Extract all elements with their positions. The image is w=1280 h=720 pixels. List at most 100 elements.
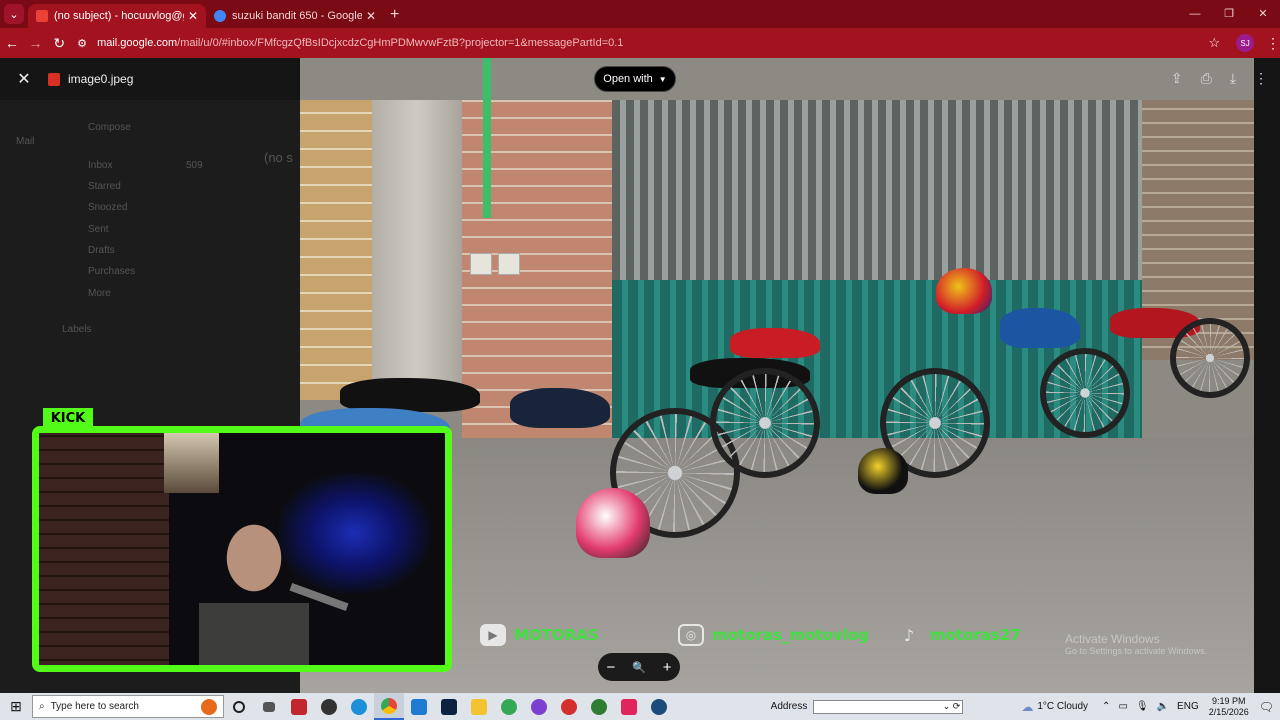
vscode-icon[interactable] (404, 693, 434, 720)
activate-windows-watermark: Activate Windows Go to Settings to activ… (1065, 632, 1207, 656)
forward-icon[interactable]: → (24, 35, 48, 51)
app-icon[interactable] (554, 693, 584, 720)
window-controls: — ❐ ✕ (1178, 0, 1280, 28)
tab-label: suzuki bandit 650 - Google Sea (232, 10, 362, 22)
black-helmet (858, 448, 908, 494)
labels-heading: Labels (62, 324, 92, 335)
wall-socket (470, 253, 492, 275)
reload-icon[interactable]: ↻ (47, 35, 71, 52)
discord-icon[interactable] (524, 693, 554, 720)
drafts-link: Drafts (88, 245, 115, 256)
tab-google-search[interactable]: suzuki bandit 650 - Google Sea ✕ (206, 4, 384, 28)
zoom-controls: − 🔍 + (598, 653, 680, 681)
tiktok-app-icon[interactable] (614, 693, 644, 720)
image-file-icon (48, 72, 60, 86)
clock-date: 2/15/2026 (1208, 706, 1249, 717)
windows-start-icon[interactable]: ⊞ (0, 698, 32, 715)
notification-icon[interactable]: 🗨 (1259, 700, 1274, 714)
add-to-drive-icon[interactable]: ⇪ (1171, 70, 1183, 87)
snoozed-link: Snoozed (88, 202, 128, 213)
clock[interactable]: 9:19 PM 2/15/2026 (1209, 696, 1249, 718)
chevron-up-icon[interactable]: ⌃ (1102, 701, 1110, 712)
moped-tank (510, 388, 610, 428)
chrome-profile-icon[interactable] (584, 693, 614, 720)
download-icon[interactable]: ⤓ (1230, 70, 1236, 87)
inbox-link: Inbox (88, 160, 113, 171)
watermark-subtitle: Go to Settings to activate Windows. (1065, 646, 1208, 656)
garage-door-upper (612, 100, 1142, 280)
minimize-icon[interactable]: — (1178, 0, 1212, 28)
close-viewer-icon[interactable]: ✕ (0, 69, 48, 89)
browser-menu-icon[interactable]: ⋮ (1266, 35, 1280, 52)
app-icon[interactable] (314, 693, 344, 720)
tiktok-icon: ♪ (903, 625, 915, 645)
tab-search-button[interactable]: ⌄ (4, 4, 24, 24)
microphone-icon[interactable]: 🎙 (1136, 701, 1149, 712)
volume-icon[interactable]: 🔈 (1157, 701, 1169, 712)
tab-gmail[interactable]: (no subject) - hocuuvlog@gm... ✕ (28, 4, 206, 28)
google-favicon-icon (214, 10, 226, 22)
wall-socket (498, 253, 520, 275)
clock-time: 9:19 PM (1211, 695, 1246, 706)
steam-icon[interactable] (644, 693, 674, 720)
restore-icon[interactable]: ❐ (1212, 0, 1246, 28)
viewer-tools: ⇪ ⎙ ⤓ ⋮ (1171, 70, 1268, 87)
purchases-link: Purchases (88, 266, 136, 277)
task-view-icon[interactable] (254, 693, 284, 720)
tab-label: (no subject) - hocuuvlog@gm... (54, 10, 184, 22)
photoshop-icon[interactable] (434, 693, 464, 720)
cortana-icon[interactable] (224, 693, 254, 720)
url-host: mail.google.com (97, 37, 178, 49)
chrome-icon[interactable] (374, 693, 404, 720)
sent-link: Sent (88, 224, 109, 235)
close-tab-icon[interactable]: ✕ (188, 9, 198, 23)
network-icon[interactable]: ▭ (1118, 701, 1127, 712)
url-path: /mail/u/0/#inbox/FMfcgzQfBsIDcjxcdzCgHmP… (177, 37, 624, 49)
profile-avatar[interactable]: SJ (1236, 34, 1254, 52)
more-options-icon[interactable]: ⋮ (1254, 70, 1268, 87)
tab-strip: ⌄ (no subject) - hocuuvlog@gm... ✕ suzuk… (0, 0, 1280, 28)
print-icon[interactable]: ⎙ (1201, 70, 1212, 87)
moped-wheel (1170, 318, 1250, 398)
moped-tank (730, 328, 820, 358)
weather-widget[interactable]: ☁ 1°C Cloudy (1021, 700, 1088, 714)
instagram-icon: ◎ (678, 624, 704, 646)
youtube-handle: MOTORAS (514, 626, 599, 644)
taskbar-search[interactable]: ⌕ Type here to search (32, 695, 224, 718)
close-window-icon[interactable]: ✕ (1246, 0, 1280, 28)
zoom-out-button[interactable]: − (606, 659, 615, 676)
gmail-favicon-icon (36, 10, 48, 22)
mail-nav: Mail (16, 136, 35, 147)
bookmark-star-icon[interactable]: ☆ (1209, 35, 1221, 51)
cam-lamp (164, 433, 219, 493)
omnibox[interactable]: ⚙ mail.google.com/mail/u/0/#inbox/FMfcgz… (77, 32, 1202, 54)
new-tab-button[interactable]: + (390, 6, 399, 24)
toolbar: ← → ↻ ⚙ mail.google.com/mail/u/0/#inbox/… (0, 28, 1280, 58)
edge-icon[interactable] (344, 693, 374, 720)
weather-text: 1°C Cloudy (1037, 701, 1089, 712)
language-indicator[interactable]: ENG (1177, 701, 1199, 712)
tiktok-social: ♪ motoras27 (896, 624, 1021, 646)
open-with-button[interactable]: Open with ▼ (594, 66, 676, 92)
more-link: More (88, 288, 111, 299)
zoom-reset-icon[interactable]: 🔍 (632, 661, 646, 674)
instagram-handle: motoras_motovlog (712, 626, 869, 644)
file-explorer-icon[interactable] (464, 693, 494, 720)
back-icon[interactable]: ← (0, 35, 24, 51)
zoom-in-button[interactable]: + (663, 659, 672, 676)
address-toolbar-label: Address (770, 701, 808, 712)
youtube-social: ▶ MOTORAS (480, 624, 599, 646)
tiktok-handle: motoras27 (930, 626, 1021, 644)
site-info-icon[interactable]: ⚙ (77, 37, 93, 50)
search-placeholder: Type here to search (50, 701, 139, 712)
chrome-profile-icon[interactable] (494, 693, 524, 720)
windows-taskbar: ⊞ ⌕ Type here to search Address ⌄ ⟳ ☁ 1°… (0, 693, 1280, 720)
red-moped-far (1090, 298, 1250, 418)
adobe-app-icon[interactable] (284, 693, 314, 720)
motocross-helmet (576, 488, 650, 558)
close-tab-icon[interactable]: ✕ (366, 9, 376, 23)
webcam-overlay (32, 426, 452, 672)
address-toolbar-input[interactable]: ⌄ ⟳ (813, 699, 964, 714)
file-name: image0.jpeg (68, 72, 134, 86)
starred-link: Starred (88, 181, 121, 192)
